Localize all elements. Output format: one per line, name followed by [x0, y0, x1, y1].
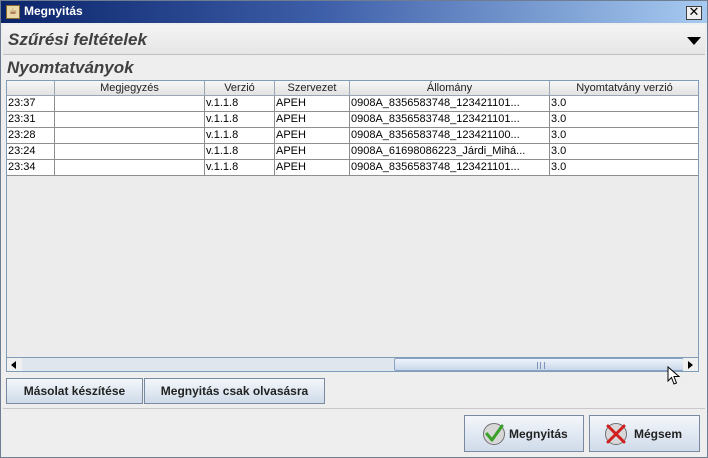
scroll-left-button[interactable]	[7, 358, 22, 371]
cell-version: v.1.1.8	[205, 128, 275, 144]
column-header-version[interactable]: Verzió	[205, 81, 275, 96]
horizontal-scrollbar[interactable]	[6, 357, 699, 372]
column-header-file[interactable]: Állomány	[350, 81, 550, 96]
cell-note	[55, 160, 205, 176]
column-header-note[interactable]: Megjegyzés	[55, 81, 205, 96]
window-title: Megnyitás	[24, 4, 83, 18]
table-row[interactable]: 23:31 v.1.1.8 APEH 0908A_8356583748_1234…	[7, 112, 698, 128]
cell-version: v.1.1.8	[205, 96, 275, 112]
arrow-right-icon	[688, 361, 693, 369]
cell-time: 23:24	[7, 144, 55, 160]
close-button[interactable]: ✕	[686, 6, 702, 20]
cell-form-version: 3.0	[550, 160, 698, 176]
cancel-button-label: Mégsem	[634, 427, 683, 441]
cell-time: 23:34	[7, 160, 55, 176]
cell-organization: APEH	[275, 112, 350, 128]
cell-time: 23:37	[7, 96, 55, 112]
cell-file: 0908A_8356583748_123421101...	[350, 160, 550, 176]
column-header-time[interactable]	[7, 81, 55, 96]
chevron-down-icon[interactable]	[687, 37, 701, 45]
cell-note	[55, 144, 205, 160]
scroll-thumb[interactable]	[394, 358, 684, 371]
cell-form-version: 3.0	[550, 128, 698, 144]
cell-form-version: 3.0	[550, 96, 698, 112]
cell-file: 0908A_61698086223_Járdi_Mihá...	[350, 144, 550, 160]
cell-note	[55, 128, 205, 144]
section-title: Nyomtatványok	[7, 58, 134, 77]
cell-time: 23:28	[7, 128, 55, 144]
forms-table: Megjegyzés Verzió Szervezet Állomány Nyo…	[6, 80, 699, 372]
dialog-window: ☕ Megnyitás ✕ Szűrési feltételek Nyomtat…	[0, 0, 708, 458]
table-row[interactable]: 23:34 v.1.1.8 APEH 0908A_8356583748_1234…	[7, 160, 698, 176]
open-button-label: Megnyitás	[509, 427, 568, 441]
cell-organization: APEH	[275, 160, 350, 176]
java-cup-icon: ☕	[6, 5, 20, 19]
cell-version: v.1.1.8	[205, 160, 275, 176]
cell-note	[55, 112, 205, 128]
cell-form-version: 3.0	[550, 112, 698, 128]
scroll-right-button[interactable]	[683, 358, 698, 371]
cell-file: 0908A_8356583748_123421101...	[350, 96, 550, 112]
title-bar[interactable]: ☕ Megnyitás ✕	[1, 1, 707, 23]
grip-icon	[537, 362, 545, 369]
cross-icon	[605, 423, 627, 445]
cell-organization: APEH	[275, 128, 350, 144]
table-row[interactable]: 23:37 v.1.1.8 APEH 0908A_8356583748_1234…	[7, 96, 698, 112]
cell-file: 0908A_8356583748_123421100...	[350, 128, 550, 144]
check-icon	[483, 423, 505, 445]
table-row[interactable]: 23:24 v.1.1.8 APEH 0908A_61698086223_Jár…	[7, 144, 698, 160]
open-readonly-button[interactable]: Megnyitás csak olvasásra	[144, 378, 325, 404]
copy-button[interactable]: Másolat készítése	[6, 378, 143, 404]
table-row[interactable]: 23:28 v.1.1.8 APEH 0908A_8356583748_1234…	[7, 128, 698, 144]
cell-version: v.1.1.8	[205, 112, 275, 128]
divider	[3, 408, 705, 409]
filter-panel[interactable]: Szűrési feltételek	[3, 25, 705, 55]
arrow-left-icon	[11, 361, 16, 369]
cancel-button[interactable]: Mégsem	[589, 415, 700, 452]
column-header-organization[interactable]: Szervezet	[275, 81, 350, 96]
filter-panel-title: Szűrési feltételek	[8, 30, 147, 49]
mouse-pointer-icon	[667, 366, 681, 385]
cell-version: v.1.1.8	[205, 144, 275, 160]
cell-file: 0908A_8356583748_123421101...	[350, 112, 550, 128]
table-header: Megjegyzés Verzió Szervezet Állomány Nyo…	[7, 81, 698, 96]
cell-organization: APEH	[275, 96, 350, 112]
cell-time: 23:31	[7, 112, 55, 128]
open-button[interactable]: Megnyitás	[464, 415, 584, 452]
cell-note	[55, 96, 205, 112]
column-header-form-version[interactable]: Nyomtatvány verzió	[550, 81, 698, 96]
cell-form-version: 3.0	[550, 144, 698, 160]
table-body: 23:37 v.1.1.8 APEH 0908A_8356583748_1234…	[7, 96, 698, 176]
cell-organization: APEH	[275, 144, 350, 160]
